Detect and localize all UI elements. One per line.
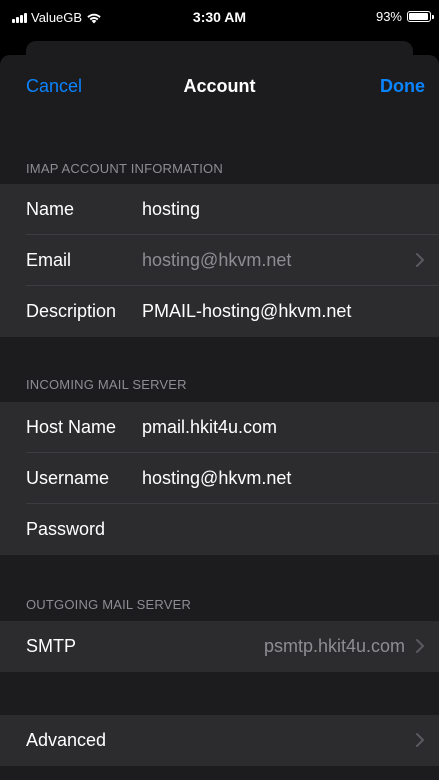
name-field[interactable]: hosting xyxy=(142,199,200,220)
host-name-row[interactable]: Host Name pmail.hkit4u.com xyxy=(0,402,439,453)
password-label: Password xyxy=(26,519,106,539)
email-row[interactable]: Email hosting@hkvm.net xyxy=(0,235,439,286)
chevron-right-icon xyxy=(416,253,424,267)
password-row[interactable]: Password xyxy=(0,504,439,555)
battery-percent: 93% xyxy=(375,9,402,24)
imap-account-group: Name hosting Email hosting@hkvm.net Desc… xyxy=(0,184,439,337)
page-title: Account xyxy=(183,76,256,96)
smtp-label: SMTP xyxy=(26,636,77,656)
battery-fill xyxy=(409,13,428,20)
outgoing-server-group: SMTP psmtp.hkit4u.com xyxy=(0,621,439,672)
username-label: Username xyxy=(26,468,110,488)
name-label: Name xyxy=(26,199,75,219)
email-label: Email xyxy=(26,250,72,270)
username-field[interactable]: hosting@hkvm.net xyxy=(142,468,291,489)
incoming-server-group: Host Name pmail.hkit4u.com Username host… xyxy=(0,402,439,555)
battery-icon xyxy=(407,11,434,22)
battery-area: 93% xyxy=(375,9,434,24)
advanced-label: Advanced xyxy=(26,730,107,750)
chevron-right-icon xyxy=(416,733,424,747)
imap-section-header: IMAP ACCOUNT INFORMATION xyxy=(26,161,223,176)
navigation-bar: Cancel Account Done xyxy=(0,55,439,119)
chevron-right-icon xyxy=(416,639,424,653)
description-field[interactable]: PMAIL-hosting@hkvm.net xyxy=(142,301,351,322)
description-label: Description xyxy=(26,301,117,321)
host-name-field[interactable]: pmail.hkit4u.com xyxy=(142,417,277,438)
advanced-row[interactable]: Advanced xyxy=(0,715,439,766)
email-value: hosting@hkvm.net xyxy=(142,250,292,270)
incoming-section-header: INCOMING MAIL SERVER xyxy=(26,377,187,392)
username-row[interactable]: Username hosting@hkvm.net xyxy=(0,453,439,504)
account-sheet: Cancel Account Done IMAP ACCOUNT INFORMA… xyxy=(0,55,439,780)
smtp-value: psmtp.hkit4u.com xyxy=(263,636,405,656)
name-row[interactable]: Name hosting xyxy=(0,184,439,235)
status-bar: ValueGB 3:30 AM 93% xyxy=(0,0,439,40)
smtp-row[interactable]: SMTP psmtp.hkit4u.com xyxy=(0,621,439,672)
outgoing-section-header: OUTGOING MAIL SERVER xyxy=(26,597,192,612)
advanced-group: Advanced xyxy=(0,715,439,766)
done-button[interactable]: Done xyxy=(380,76,425,97)
status-time: 3:30 AM xyxy=(192,9,247,25)
host-name-label: Host Name xyxy=(26,417,117,437)
description-row[interactable]: Description PMAIL-hosting@hkvm.net xyxy=(0,286,439,337)
